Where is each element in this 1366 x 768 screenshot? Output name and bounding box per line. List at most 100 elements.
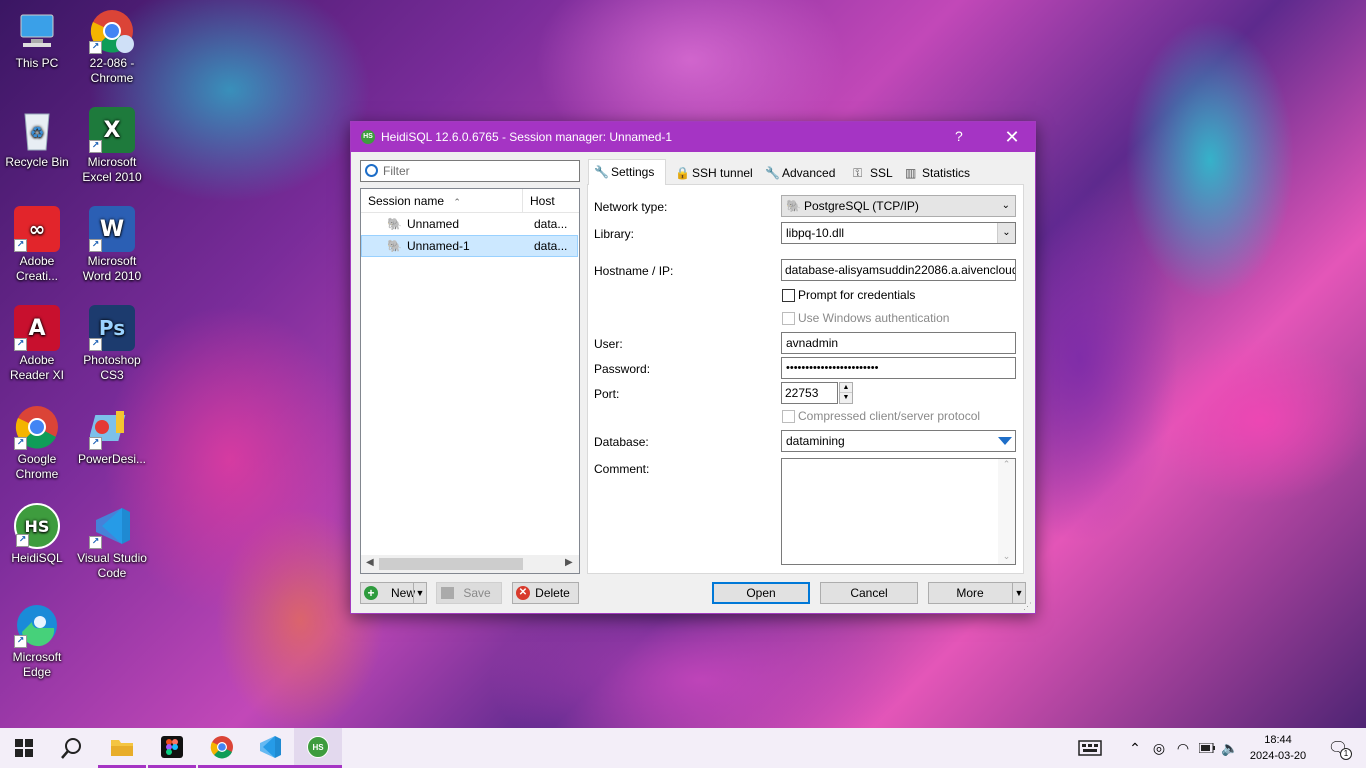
chevron-down-icon: ⌄ [1001, 200, 1010, 211]
chevron-down-icon[interactable]: ⌄ [997, 223, 1015, 243]
taskbar-chrome[interactable] [198, 728, 246, 768]
title-bar[interactable]: HS HeidiSQL 12.6.0.6765 - Session manage… [351, 122, 1035, 152]
volume-icon[interactable]: 🔈 [1218, 728, 1242, 768]
scroll-down-icon[interactable]: ⌄ [998, 551, 1015, 562]
list-item-selected[interactable]: 🐘 Unnamed-1 data... [361, 235, 578, 257]
vscode-icon: ↗ [89, 503, 135, 549]
user-label: User: [594, 337, 623, 351]
delete-button[interactable]: ✕ Delete [512, 582, 579, 604]
chrome-icon [210, 735, 233, 758]
tab-ssh-tunnel[interactable]: 🔒 SSH tunnel [669, 160, 757, 184]
taskbar-vscode[interactable] [246, 728, 294, 768]
lock-icon: 🔒 [675, 166, 690, 180]
stepper-down-icon[interactable]: ▼ [840, 393, 852, 403]
comment-textarea[interactable]: ⌃ ⌄ [781, 458, 1016, 565]
network-type-label: Network type: [594, 200, 668, 214]
open-button[interactable]: Open [712, 582, 810, 604]
scroll-thumb[interactable] [379, 558, 523, 570]
taskbar-heidisql[interactable]: HS [294, 728, 342, 768]
webcam-icon[interactable]: ◎ [1148, 728, 1170, 768]
session-list[interactable]: Session name ⌃ Host 🐘 Unnamed data... 🐘 … [360, 188, 580, 574]
heidisql-icon: HS ↗ [14, 503, 60, 549]
column-header-host[interactable]: Host [530, 189, 575, 213]
network-type-select[interactable]: 🐘 PostgreSQL (TCP/IP) ⌄ [781, 195, 1016, 217]
save-button[interactable]: Save [436, 582, 502, 604]
key-icon: ⚿ [853, 166, 863, 180]
clock[interactable]: 18:44 2024-03-20 [1246, 732, 1310, 764]
filter-input[interactable]: Filter [360, 160, 580, 182]
start-button[interactable] [0, 728, 48, 768]
svg-text:♻: ♻ [30, 123, 44, 142]
bar-chart-icon: ▥ [905, 166, 917, 180]
computer-icon [14, 8, 60, 54]
tab-statistics[interactable]: ▥ Statistics [899, 160, 975, 184]
port-label: Port: [594, 387, 620, 401]
password-input[interactable]: •••••••••••••••••••••••• [781, 357, 1016, 379]
more-button[interactable]: More ▼ [928, 582, 1026, 604]
clock-date: 2024-03-20 [1249, 750, 1307, 762]
compressed-checkbox[interactable] [782, 410, 795, 423]
search-button[interactable] [48, 728, 96, 768]
prompt-credentials-label[interactable]: Prompt for credentials [798, 288, 915, 302]
cancel-button[interactable]: Cancel [820, 582, 918, 604]
port-stepper[interactable]: ▲ ▼ [839, 382, 853, 404]
close-button[interactable]: ✕ [997, 124, 1027, 150]
help-button[interactable]: ? [955, 128, 963, 144]
battery-icon[interactable] [1196, 728, 1218, 768]
add-icon: + [364, 586, 378, 600]
desktop-icon-chrome-profile[interactable]: ↗ 22-086 - Chrome [73, 8, 151, 86]
clock-time: 18:44 [1264, 734, 1292, 746]
library-select[interactable]: libpq-10.dll ⌄ [781, 222, 1016, 244]
notifications-button[interactable]: 🗨 1 [1318, 728, 1358, 768]
password-label: Password: [594, 362, 651, 376]
dropdown-arrow-icon[interactable] [998, 437, 1012, 445]
taskbar-figma[interactable] [148, 728, 196, 768]
desktop-icon-excel[interactable]: X ↗ Microsoft Excel 2010 [73, 107, 151, 185]
keyboard-layout-icon[interactable] [1070, 728, 1110, 768]
scroll-up-icon[interactable]: ⌃ [998, 459, 1015, 470]
wifi-icon[interactable]: ◠ [1172, 728, 1194, 768]
session-manager-dialog: HS HeidiSQL 12.6.0.6765 - Session manage… [350, 121, 1036, 614]
horizontal-scrollbar[interactable]: ◀ ▶ [361, 555, 579, 573]
scroll-right-icon[interactable]: ▶ [565, 557, 573, 568]
prompt-credentials-checkbox[interactable] [782, 289, 795, 302]
new-dropdown-icon[interactable]: ▼ [413, 583, 426, 603]
figma-icon [161, 735, 183, 758]
creative-cloud-icon: ∞ ↗ [14, 206, 60, 252]
desktop-icon-this-pc[interactable]: This PC [0, 8, 76, 71]
resize-grip-icon[interactable]: ⋰ [1023, 601, 1032, 612]
desktop-icon-adobe-cc[interactable]: ∞ ↗ Adobe Creati... [0, 206, 76, 284]
desktop-icon-google-chrome[interactable]: ↗ Google Chrome [0, 404, 76, 482]
new-button[interactable]: + New ▼ [360, 582, 427, 604]
tab-ssl[interactable]: ⚿ SSL [847, 160, 897, 184]
hostname-input[interactable]: database-alisyamsuddin22086.a.aivencloud [781, 259, 1016, 281]
desktop-icon-recycle-bin[interactable]: ♻ Recycle Bin [0, 107, 76, 170]
desktop-icon-vscode[interactable]: ↗ Visual Studio Code [73, 503, 151, 581]
tab-settings[interactable]: 🔧 Settings [588, 159, 666, 185]
desktop-icon-photoshop[interactable]: Ps ↗ Photoshop CS3 [73, 305, 151, 383]
show-hidden-icons-icon[interactable]: ⌃ [1124, 728, 1146, 768]
desktop-icon-powerdesigner[interactable]: ↗ PowerDesi... [73, 404, 151, 467]
windows-auth-checkbox[interactable] [782, 312, 795, 325]
port-input[interactable]: 22753 [781, 382, 838, 404]
desktop-icon-edge[interactable]: ↗ Microsoft Edge [0, 602, 76, 680]
database-input[interactable]: datamining [781, 430, 1016, 452]
recycle-bin-icon: ♻ [14, 107, 60, 153]
stepper-up-icon[interactable]: ▲ [840, 383, 852, 393]
excel-icon: X ↗ [89, 107, 135, 153]
column-header-session-name[interactable]: Session name ⌃ [361, 189, 523, 213]
desktop-icon-adobe-reader[interactable]: A ↗ Adobe Reader XI [0, 305, 76, 383]
compressed-label: Compressed client/server protocol [798, 409, 981, 423]
desktop-icon-word[interactable]: W ↗ Microsoft Word 2010 [73, 206, 151, 284]
more-dropdown-icon[interactable]: ▼ [1012, 583, 1025, 603]
tab-advanced[interactable]: 🔧 Advanced [759, 160, 845, 184]
vertical-scrollbar[interactable]: ⌃ ⌄ [998, 459, 1015, 564]
acrobat-icon: A ↗ [14, 305, 60, 351]
filter-placeholder: Filter [383, 164, 410, 178]
scroll-left-icon[interactable]: ◀ [366, 557, 374, 568]
list-item[interactable]: 🐘 Unnamed data... [361, 213, 579, 235]
taskbar-file-explorer[interactable] [98, 728, 146, 768]
sort-ascending-icon: ⌃ [453, 197, 461, 207]
user-input[interactable]: avnadmin [781, 332, 1016, 354]
desktop-icon-heidisql[interactable]: HS ↗ HeidiSQL [0, 503, 76, 566]
